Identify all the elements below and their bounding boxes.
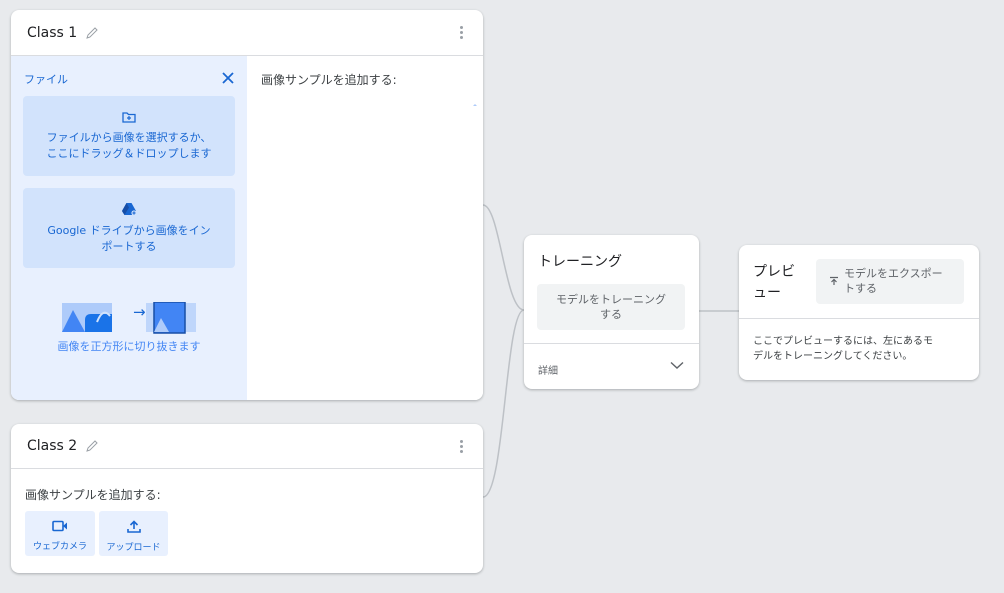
- preview-title-line-1: プレビ: [753, 264, 795, 280]
- training-title: トレーニング: [538, 254, 622, 270]
- drive-source-text-1: Google ドライブから画像をイン: [47, 224, 211, 237]
- upload-icon: [830, 276, 838, 285]
- edit-pencil-icon[interactable]: [85, 26, 99, 40]
- scroll-up-icon[interactable]: [471, 101, 479, 109]
- preview-hint-line-2: デルをトレーニングしてください。: [753, 351, 913, 362]
- chevron-down-icon: [670, 361, 684, 369]
- class-name[interactable]: Class 2: [27, 438, 77, 454]
- crop-description: 画像を正方形に切り抜きます: [57, 340, 201, 353]
- class-header: Class 1: [11, 10, 483, 56]
- preview-title-line-2: ュー: [753, 285, 781, 301]
- upload-panel-title: ファイル: [24, 73, 68, 86]
- class-card-2: Class 2 画像サンプルを追加する: ウェブカメラ アップロード: [11, 424, 483, 573]
- folder-add-icon: [23, 111, 235, 128]
- train-model-button[interactable]: モデルをトレーニング する: [537, 284, 685, 330]
- class-header: Class 2: [11, 424, 483, 469]
- export-button-label-1: モデルをエクスポー: [844, 267, 943, 280]
- edit-pencil-icon[interactable]: [85, 439, 99, 453]
- google-drive-icon: [23, 202, 235, 221]
- details-label: 詳細: [538, 366, 558, 377]
- train-button-label-1: モデルをトレーニング: [556, 293, 666, 306]
- samples-area: 画像サンプルを追加する:: [247, 56, 483, 400]
- add-samples-label: 画像サンプルを追加する:: [25, 488, 161, 502]
- train-button-label-2: する: [600, 308, 622, 321]
- advanced-details-toggle[interactable]: 詳細: [524, 344, 699, 389]
- close-icon[interactable]: [222, 69, 234, 88]
- preview-hint-text: ここでプレビューするには、左にあるモ デルをトレーニングしてください。: [753, 334, 967, 364]
- training-card: トレーニング モデルをトレーニング する 詳細: [524, 235, 699, 389]
- class-name[interactable]: Class 1: [27, 25, 77, 41]
- upload-icon: [99, 520, 168, 536]
- preview-title: プレビ ュー: [753, 262, 813, 304]
- add-samples-label: 画像サンプルを追加する:: [261, 73, 397, 87]
- file-source-text-2: ここにドラッグ＆ドロップします: [46, 147, 212, 160]
- export-model-button[interactable]: モデルをエクスポー トする: [816, 259, 964, 304]
- preview-hint-line-1: ここでプレビューするには、左にあるモ: [753, 336, 933, 347]
- webcam-label: ウェブカメラ: [32, 542, 87, 552]
- webcam-button[interactable]: ウェブカメラ: [25, 511, 95, 556]
- upload-button[interactable]: アップロード: [99, 511, 168, 556]
- preview-card: プレビ ュー モデルをエクスポー トする ここでプレビューするには、左にあるモ …: [739, 245, 979, 380]
- crop-illustration: → 画像を正方形に切り抜きます: [11, 288, 247, 368]
- more-options-icon[interactable]: [460, 440, 463, 453]
- video-camera-icon: [25, 520, 95, 535]
- file-select-dropzone[interactable]: ファイルから画像を選択するか、 ここにドラッグ＆ドロップします: [23, 96, 235, 176]
- divider: [739, 318, 979, 319]
- google-drive-import[interactable]: Google ドライブから画像をイン ポートする: [23, 188, 235, 268]
- more-options-icon[interactable]: [460, 26, 463, 39]
- upload-label: アップロード: [106, 543, 161, 553]
- file-upload-panel: ファイル ファイルから画像を選択するか、 ここにドラッグ＆ドロップします Goo…: [11, 56, 247, 400]
- crop-diagram-icon: [62, 302, 196, 334]
- file-source-text-1: ファイルから画像を選択するか、: [46, 131, 212, 144]
- drive-source-text-2: ポートする: [101, 240, 157, 253]
- export-button-label-2: トする: [844, 282, 877, 295]
- arrow-right-icon: →: [133, 303, 146, 321]
- class-card-1: Class 1 ファイル ファイルから画像を選択するか、 ここにドラッグ＆ドロッ…: [11, 10, 483, 400]
